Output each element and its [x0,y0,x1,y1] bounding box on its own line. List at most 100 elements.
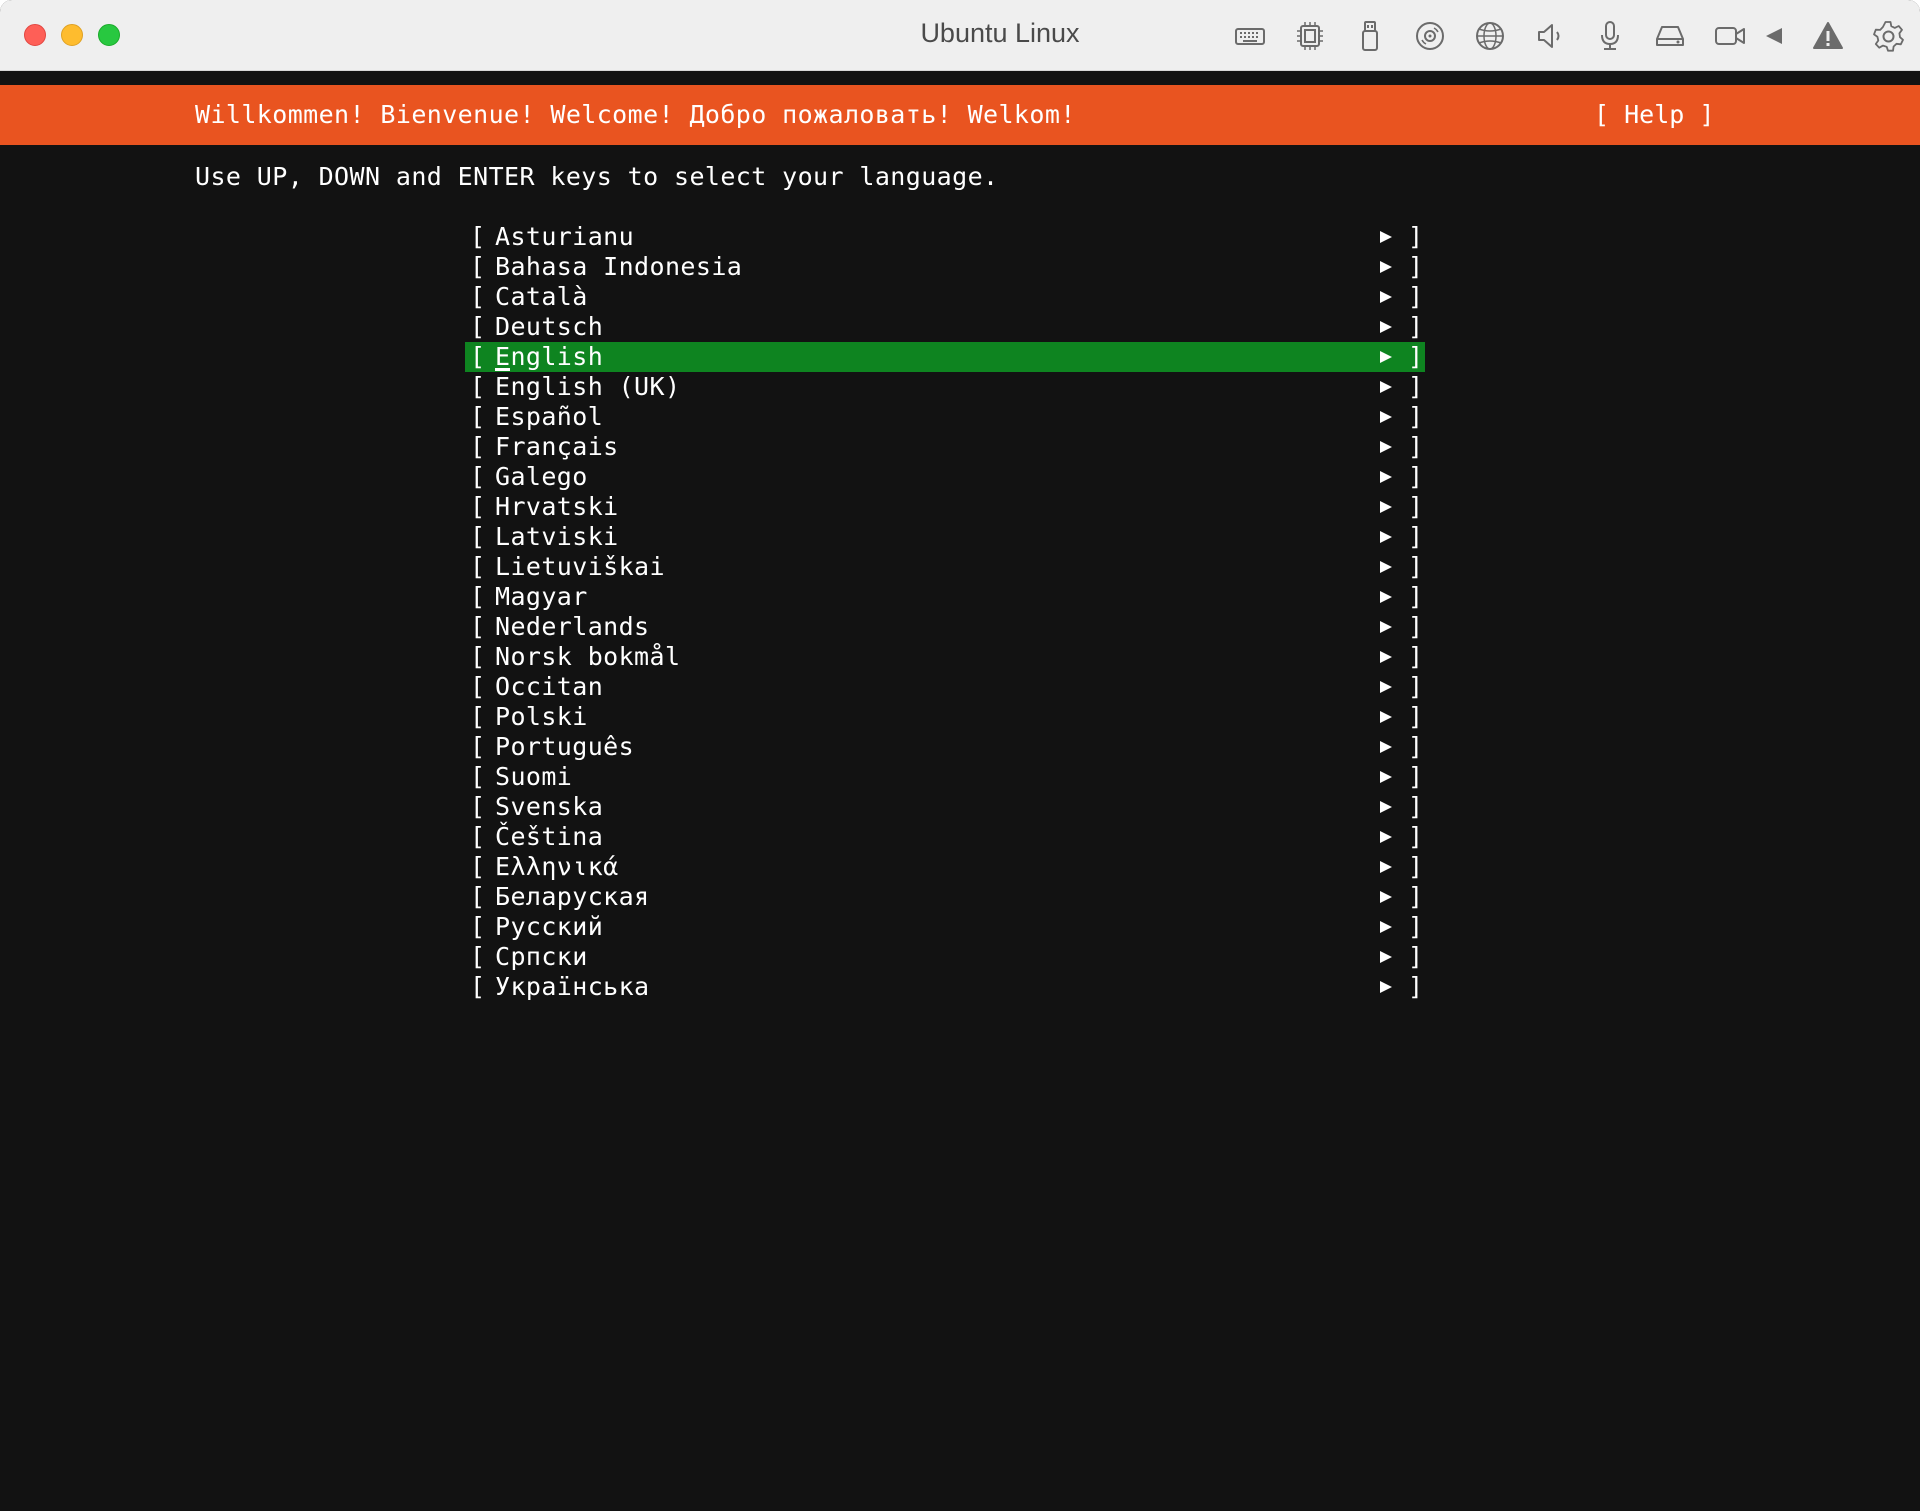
language-label: Magyar [495,582,588,611]
submenu-arrow-icon [1380,861,1392,873]
left-bracket: [ [470,612,486,641]
help-button[interactable]: [ Help ] [1594,100,1714,129]
settings-icon[interactable] [1870,18,1906,54]
language-option[interactable]: [Norsk bokmål] [465,642,1425,672]
language-option[interactable]: [Čeština] [465,822,1425,852]
submenu-arrow-icon [1380,261,1392,273]
language-option[interactable]: [Asturianu] [465,222,1425,252]
cpu-icon[interactable] [1292,18,1328,54]
language-option[interactable]: [ Português] [465,732,1425,762]
right-bracket: ] [1408,222,1424,251]
submenu-arrow-icon [1380,441,1392,453]
right-bracket: ] [1408,462,1424,491]
language-option[interactable]: [Svenska] [465,792,1425,822]
submenu-arrow-icon [1380,831,1392,843]
language-option[interactable]: [Українська] [465,972,1425,1002]
language-option[interactable]: [Hrvatski] [465,492,1425,522]
language-label: Català [495,282,588,311]
left-bracket: [ [470,942,486,971]
language-option[interactable]: [Occitan] [465,672,1425,702]
left-bracket: [ [470,792,486,821]
language-option[interactable]: [ Српски] [465,942,1425,972]
left-bracket: [ [470,312,486,341]
language-option[interactable]: [Français] [465,432,1425,462]
submenu-arrow-icon [1380,771,1392,783]
language-option-selected[interactable]: [English] [465,342,1425,372]
language-option[interactable]: [ Беларуская] [465,882,1425,912]
right-bracket: ] [1408,252,1424,281]
usb-icon[interactable] [1352,18,1388,54]
language-label: Português [495,732,635,761]
camera-icon[interactable] [1712,18,1748,54]
language-label: English (UK) [495,372,681,401]
left-bracket: [ [470,882,486,911]
language-label: Српски [495,942,588,971]
left-bracket: [ [470,222,486,251]
left-bracket: [ [470,762,486,791]
language-option[interactable]: [Bahasa Indonesia] [465,252,1425,282]
right-bracket: ] [1408,882,1424,911]
language-label: Nederlands [495,612,650,641]
installer-header: Willkommen! Bienvenue! Welcome! Добро по… [0,85,1920,145]
language-label: Ελληνικά [495,852,619,881]
submenu-arrow-icon [1380,921,1392,933]
left-bracket: [ [470,522,486,551]
language-option[interactable]: [ Nederlands] [465,612,1425,642]
submenu-arrow-icon [1380,711,1392,723]
back-icon[interactable] [1762,18,1786,54]
submenu-arrow-icon [1380,801,1392,813]
right-bracket: ] [1408,642,1424,671]
language-option[interactable]: [Polski] [465,702,1425,732]
disc-icon[interactable] [1412,18,1448,54]
right-bracket: ] [1408,822,1424,851]
language-option[interactable]: [Lietuviškai] [465,552,1425,582]
right-bracket: ] [1408,942,1424,971]
language-label: Français [495,432,619,461]
submenu-arrow-icon [1380,891,1392,903]
language-option[interactable]: [Ελληνικά] [465,852,1425,882]
left-bracket: [ [470,432,486,461]
language-label: Беларуская [495,882,650,911]
right-bracket: ] [1408,732,1424,761]
right-bracket: ] [1408,522,1424,551]
text-cursor [495,368,510,371]
submenu-arrow-icon [1380,981,1392,993]
language-label: English [495,342,604,371]
right-bracket: ] [1408,612,1424,641]
language-label: Occitan [495,672,604,701]
language-option[interactable]: [English (UK)] [465,372,1425,402]
language-option[interactable]: [Galego] [465,462,1425,492]
language-label: Lietuviškai [495,552,665,581]
left-bracket: [ [470,672,486,701]
language-option[interactable]: [Magyar] [465,582,1425,612]
submenu-arrow-icon [1380,501,1392,513]
drive-icon[interactable] [1652,18,1688,54]
left-bracket: [ [470,972,486,1001]
right-bracket: ] [1408,912,1424,941]
submenu-arrow-icon [1380,351,1392,363]
language-option[interactable]: [Русский] [465,912,1425,942]
language-label: Español [495,402,604,431]
window-titlebar: Ubuntu Linux [0,0,1920,71]
submenu-arrow-icon [1380,321,1392,333]
submenu-arrow-icon [1380,681,1392,693]
language-option[interactable]: [Español] [465,402,1425,432]
language-label: Svenska [495,792,604,821]
submenu-arrow-icon [1380,561,1392,573]
submenu-arrow-icon [1380,651,1392,663]
left-bracket: [ [470,402,486,431]
keyboard-icon[interactable] [1232,18,1268,54]
language-option[interactable]: [Deutsch] [465,312,1425,342]
speaker-icon[interactable] [1532,18,1568,54]
language-option[interactable]: [Català] [465,282,1425,312]
language-label: Deutsch [495,312,604,341]
right-bracket: ] [1408,582,1424,611]
warning-icon[interactable] [1810,18,1846,54]
microphone-icon[interactable] [1592,18,1628,54]
network-icon[interactable] [1472,18,1508,54]
language-option[interactable]: [Suomi] [465,762,1425,792]
left-bracket: [ [470,732,486,761]
right-bracket: ] [1408,852,1424,881]
language-option[interactable]: [Latviski] [465,522,1425,552]
submenu-arrow-icon [1380,621,1392,633]
